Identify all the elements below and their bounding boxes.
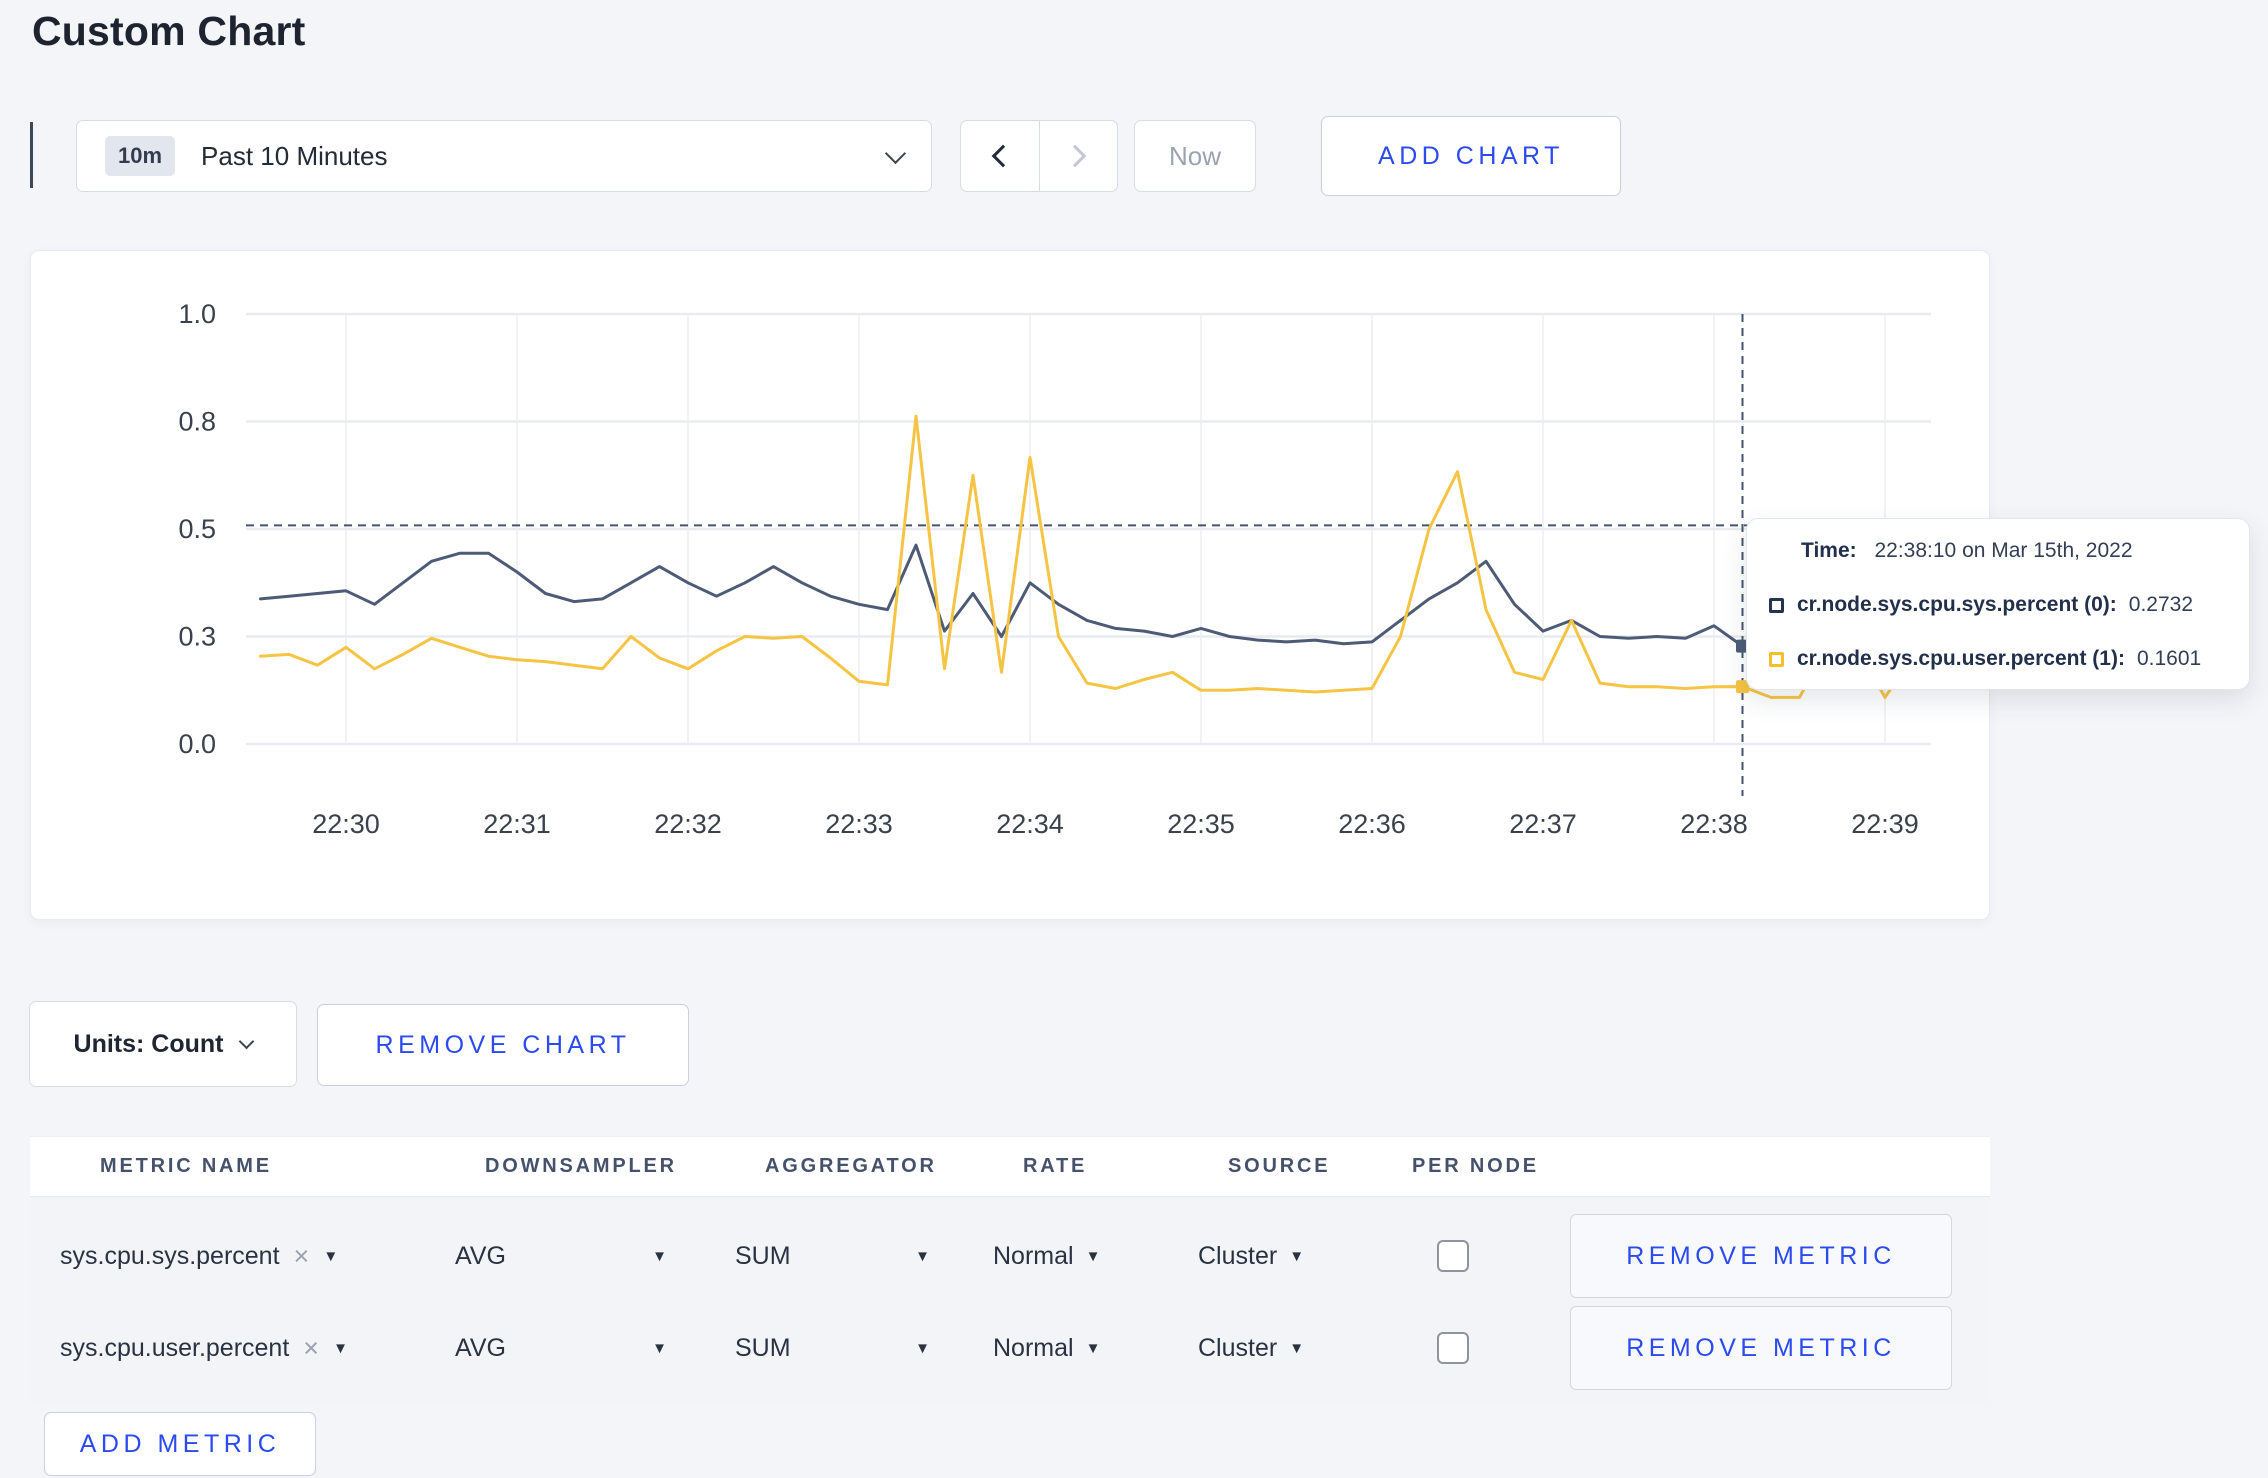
rate-select[interactable]: Normal ▼ xyxy=(993,1301,1100,1395)
svg-text:22:36: 22:36 xyxy=(1338,809,1406,839)
custom-chart-page: Custom Chart 10m Past 10 Minutes Now ADD… xyxy=(0,0,2268,1478)
chevron-right-icon xyxy=(1063,144,1087,168)
col-header-rate: RATE xyxy=(1023,1155,1088,1177)
per-node-checkbox[interactable] xyxy=(1437,1332,1469,1364)
col-header-metric-name: METRIC NAME xyxy=(100,1155,272,1177)
caret-down-icon: ▼ xyxy=(652,1339,667,1357)
metric-name-value: sys.cpu.sys.percent xyxy=(60,1241,280,1270)
now-button[interactable]: Now xyxy=(1134,120,1256,192)
source-value: Cluster xyxy=(1198,1333,1278,1362)
tooltip-series-row: cr.node.sys.cpu.user.percent (1): 0.1601 xyxy=(1769,647,2227,671)
series-sys-swatch-icon xyxy=(1769,597,1784,613)
next-time-button[interactable] xyxy=(1038,121,1118,191)
metric-name-select[interactable]: sys.cpu.user.percent × ▼ xyxy=(60,1301,348,1395)
add-chart-button[interactable]: ADD CHART xyxy=(1321,116,1621,196)
col-header-aggregator: AGGREGATOR xyxy=(765,1155,937,1177)
metrics-table-header: METRIC NAME DOWNSAMPLER AGGREGATOR RATE … xyxy=(30,1136,1990,1196)
toolbar-left-divider xyxy=(30,122,33,188)
series-user-swatch-icon xyxy=(1769,651,1784,667)
aggregator-select[interactable]: SUM ▼ xyxy=(735,1209,930,1303)
caret-down-icon: ▼ xyxy=(1085,1339,1101,1357)
remove-chart-button[interactable]: REMOVE CHART xyxy=(317,1004,689,1086)
rate-value: Normal xyxy=(993,1241,1074,1270)
metrics-table-rows: sys.cpu.sys.percent × ▼ AVG ▼ SUM ▼ Norm… xyxy=(30,1196,1990,1406)
svg-text:0.8: 0.8 xyxy=(178,407,216,437)
chart-canvas[interactable]: 0.0 0.3 0.5 0.8 1.0 22:30 22:31 22:32 22:33 22:34… xyxy=(31,251,1989,919)
caret-down-icon: ▼ xyxy=(1289,1247,1305,1265)
tooltip-time-label: Time: xyxy=(1801,539,1857,562)
source-select[interactable]: Cluster ▼ xyxy=(1198,1209,1304,1303)
col-header-downsampler: DOWNSAMPLER xyxy=(485,1155,677,1177)
rate-value: Normal xyxy=(993,1333,1074,1362)
tooltip-series-value: 0.1601 xyxy=(2136,647,2202,670)
chart-card: 0.0 0.3 0.5 0.8 1.0 22:30 22:31 22:32 22:33 22:34… xyxy=(30,250,1990,920)
remove-metric-button[interactable]: REMOVE METRIC xyxy=(1570,1306,1952,1390)
aggregator-select[interactable]: SUM ▼ xyxy=(735,1301,930,1395)
tooltip-time-row: Time: 22:38:10 on Mar 15th, 2022 xyxy=(1801,539,2227,563)
caret-down-icon: ▼ xyxy=(652,1247,667,1265)
tooltip-series-value: 0.2732 xyxy=(2128,593,2194,616)
source-select[interactable]: Cluster ▼ xyxy=(1198,1301,1304,1395)
caret-down-icon: ▼ xyxy=(333,1339,348,1357)
col-header-per-node: PER NODE xyxy=(1412,1155,1539,1177)
caret-down-icon: ▼ xyxy=(1085,1247,1101,1265)
aggregator-value: SUM xyxy=(735,1241,791,1270)
svg-text:0.3: 0.3 xyxy=(178,622,216,652)
chevron-left-icon xyxy=(991,144,1015,168)
downsampler-value: AVG xyxy=(455,1241,506,1270)
rate-select[interactable]: Normal ▼ xyxy=(993,1209,1100,1303)
caret-down-icon: ▼ xyxy=(915,1247,930,1265)
svg-text:0.5: 0.5 xyxy=(178,514,216,544)
metric-name-value: sys.cpu.user.percent xyxy=(60,1333,290,1362)
svg-text:1.0: 1.0 xyxy=(178,299,216,329)
col-header-source: SOURCE xyxy=(1228,1155,1331,1177)
tooltip-time-value: 22:38:10 on Mar 15th, 2022 xyxy=(1874,539,2133,562)
time-step-buttons xyxy=(960,120,1118,192)
chevron-down-icon xyxy=(884,142,907,164)
page-title: Custom Chart xyxy=(32,8,306,54)
add-metric-button[interactable]: ADD METRIC xyxy=(44,1412,316,1476)
units-label: Units: Count xyxy=(73,1029,224,1058)
time-range-badge: 10m xyxy=(105,136,176,176)
chevron-down-icon xyxy=(239,1033,255,1050)
downsampler-select[interactable]: AVG ▼ xyxy=(455,1301,667,1395)
svg-text:22:37: 22:37 xyxy=(1509,809,1577,839)
per-node-checkbox[interactable] xyxy=(1437,1240,1469,1272)
svg-text:22:32: 22:32 xyxy=(654,809,722,839)
chart-tooltip: Time: 22:38:10 on Mar 15th, 2022 cr.node… xyxy=(1746,518,2250,690)
downsampler-value: AVG xyxy=(455,1333,506,1362)
time-range-dropdown[interactable]: 10m Past 10 Minutes xyxy=(76,120,932,192)
source-value: Cluster xyxy=(1198,1241,1278,1270)
svg-text:22:33: 22:33 xyxy=(825,809,893,839)
downsampler-select[interactable]: AVG ▼ xyxy=(455,1209,667,1303)
tooltip-series-label: cr.node.sys.cpu.user.percent (1): xyxy=(1797,647,2125,670)
prev-time-button[interactable] xyxy=(961,121,1039,191)
caret-down-icon: ▼ xyxy=(1289,1339,1305,1357)
svg-text:22:35: 22:35 xyxy=(1167,809,1235,839)
tooltip-series-row: cr.node.sys.cpu.sys.percent (0): 0.2732 xyxy=(1769,593,2227,617)
caret-down-icon: ▼ xyxy=(915,1339,930,1357)
aggregator-value: SUM xyxy=(735,1333,791,1362)
clear-metric-icon[interactable]: × xyxy=(303,1333,319,1364)
time-range-label: Past 10 Minutes xyxy=(201,140,388,171)
svg-text:22:34: 22:34 xyxy=(996,809,1064,839)
tooltip-series-label: cr.node.sys.cpu.sys.percent (0): xyxy=(1797,593,2117,616)
svg-text:22:30: 22:30 xyxy=(312,809,380,839)
clear-metric-icon[interactable]: × xyxy=(294,1241,310,1272)
svg-text:0.0: 0.0 xyxy=(178,729,216,759)
metric-name-select[interactable]: sys.cpu.sys.percent × ▼ xyxy=(60,1209,338,1303)
svg-text:22:38: 22:38 xyxy=(1680,809,1748,839)
svg-text:22:39: 22:39 xyxy=(1851,809,1919,839)
svg-text:22:31: 22:31 xyxy=(483,809,551,839)
units-dropdown[interactable]: Units: Count xyxy=(29,1001,297,1087)
table-row: sys.cpu.user.percent × ▼ AVG ▼ SUM ▼ Nor… xyxy=(30,1301,1990,1395)
remove-metric-button[interactable]: REMOVE METRIC xyxy=(1570,1214,1952,1298)
table-row: sys.cpu.sys.percent × ▼ AVG ▼ SUM ▼ Norm… xyxy=(30,1209,1990,1303)
caret-down-icon: ▼ xyxy=(323,1247,339,1265)
